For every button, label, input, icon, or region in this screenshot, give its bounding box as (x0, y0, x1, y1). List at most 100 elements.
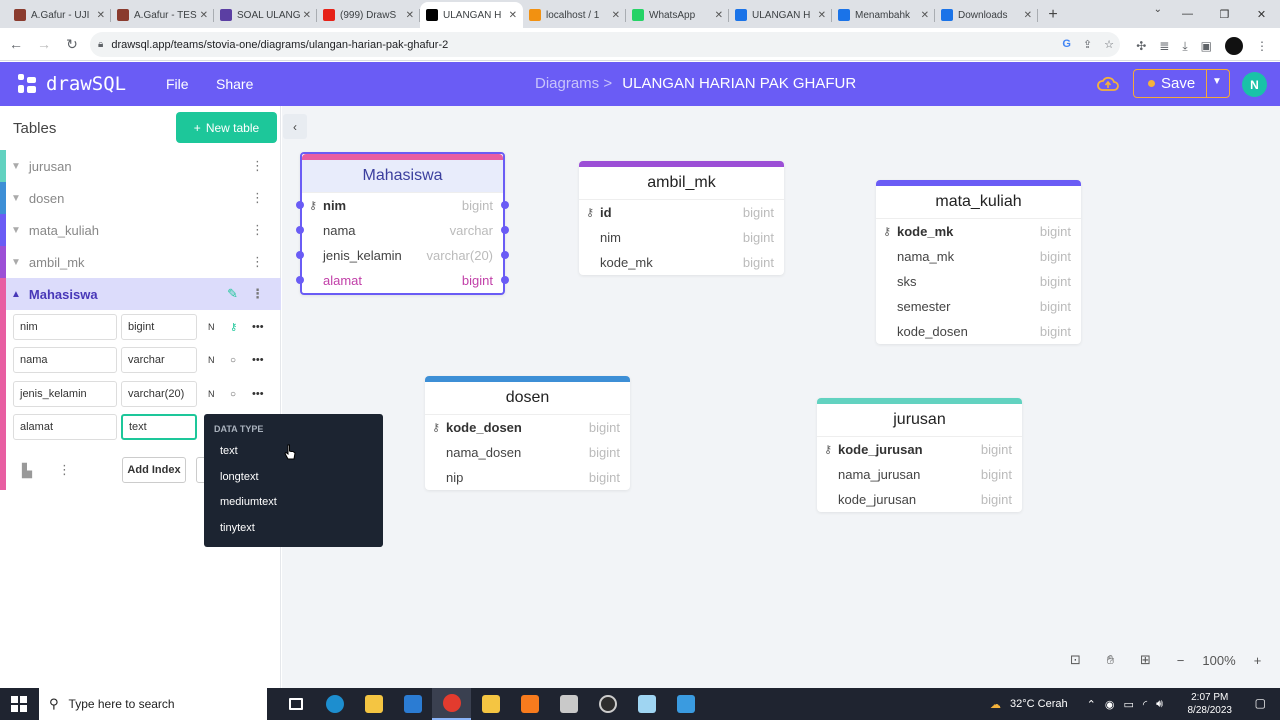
diagram-column-row[interactable]: ⚷ id bigint (579, 200, 784, 225)
chevron-up-icon[interactable]: ▲ (11, 289, 21, 300)
datatype-option[interactable]: longtext (220, 471, 259, 483)
connector-handle-left[interactable] (296, 251, 304, 259)
store-icon[interactable] (471, 688, 510, 720)
fit-screen-icon[interactable]: ⊡ (1058, 652, 1093, 668)
diagram-table-name[interactable]: mata_kuliah (876, 186, 1081, 219)
close-tab-icon[interactable]: ✕ (715, 10, 723, 21)
column-options-icon[interactable]: ••• (252, 321, 264, 333)
volume-icon[interactable]: 🔊︎ (1156, 698, 1163, 711)
weather-icon[interactable]: ☁ (990, 698, 1001, 711)
url-field[interactable]: 🔒︎ drawsql.app/teams/stovia-one/diagrams… (90, 32, 1120, 57)
diagram-table-name[interactable]: Mahasiswa (302, 160, 503, 193)
diagram-column-row[interactable]: semester bigint (876, 294, 1081, 319)
diagram-column-row[interactable]: nama_dosen bigint (425, 440, 630, 465)
browser-menu-icon[interactable]: ⋮ (1256, 39, 1268, 53)
battery-icon[interactable]: ▭ (1123, 698, 1133, 711)
browser-tab[interactable]: A.Gafur - TES ✕ (111, 2, 214, 28)
table-menu-icon[interactable]: ⋮ (251, 190, 264, 206)
notifications-icon[interactable]: ▢ (1255, 696, 1266, 710)
close-tab-icon[interactable]: ✕ (1024, 10, 1032, 21)
sidebar-table-mahasiswa[interactable]: ▲ Mahasiswa ✎ ⋮ (0, 278, 281, 310)
extensions-puzzle-icon[interactable]: ✣ (1136, 39, 1146, 53)
edge-icon[interactable] (315, 688, 354, 720)
column-options-icon[interactable]: ••• (252, 354, 264, 366)
close-tab-icon[interactable]: ✕ (612, 10, 620, 21)
chevron-down-icon[interactable]: ▼ (11, 161, 21, 172)
key-toggle-icon[interactable]: ○ (230, 389, 244, 400)
diagram-column-row[interactable]: ⚷ kode_dosen bigint (425, 415, 630, 440)
task-view-icon[interactable] (276, 688, 315, 720)
browser-tab[interactable]: localhost / 1 ✕ (523, 2, 626, 28)
connector-handle-right[interactable] (501, 201, 509, 209)
share-icon[interactable]: ⇪ (1083, 38, 1092, 51)
reload-icon[interactable]: ↻ (60, 36, 84, 53)
user-avatar[interactable]: N (1242, 72, 1267, 97)
new-table-button[interactable]: + New table (176, 112, 277, 143)
taskbar-search-input[interactable]: ⚲ Type here to search (39, 688, 267, 720)
diagram-column-row[interactable]: nim bigint (579, 225, 784, 250)
close-tab-icon[interactable]: ✕ (509, 10, 517, 21)
zoom-in-icon[interactable]: + (1240, 653, 1275, 668)
close-tab-icon[interactable]: ✕ (97, 10, 105, 21)
diagram-title[interactable]: ULANGAN HARIAN PAK GHAFUR (622, 75, 856, 92)
column-name-input[interactable]: nama (13, 347, 117, 373)
connector-handle-right[interactable] (501, 251, 509, 259)
table-menu-icon[interactable]: ⋮ (251, 158, 264, 174)
zoom-level[interactable]: 100% (1198, 653, 1240, 668)
diagram-column-row[interactable]: kode_mk bigint (579, 250, 784, 275)
diagram-column-row[interactable]: sks bigint (876, 269, 1081, 294)
close-tab-icon[interactable]: ✕ (303, 10, 311, 21)
weather-text[interactable]: 32°C Cerah (1010, 698, 1068, 710)
app-icon[interactable] (549, 688, 588, 720)
forward-icon[interactable]: → (32, 36, 56, 52)
key-toggle-icon[interactable]: ○ (230, 355, 244, 366)
browser-tab[interactable]: ULANGAN H ✕ (729, 2, 832, 28)
chevron-down-icon[interactable]: ▼ (11, 193, 21, 204)
photos-icon[interactable] (666, 688, 705, 720)
diagram-table-dosen[interactable]: dosen ⚷ kode_dosen bigint nama_dosen bigint ni… (425, 376, 630, 490)
notepad-icon[interactable] (627, 688, 666, 720)
index-icon[interactable]: ▙ (22, 463, 32, 479)
sidebar-table-mata_kuliah[interactable]: ▼ mata_kuliah ⋮ (0, 214, 281, 246)
browser-tab[interactable]: SOAL ULANG ✕ (214, 2, 317, 28)
app-icon-2[interactable] (588, 688, 627, 720)
file-menu[interactable]: File (166, 76, 189, 92)
diagram-column-row[interactable]: nama_mk bigint (876, 244, 1081, 269)
drawsql-logo[interactable]: drawSQL (18, 73, 126, 95)
share-menu[interactable]: Share (216, 76, 253, 92)
diagram-table-mata_kuliah[interactable]: mata_kuliah ⚷ kode_mk bigint nama_mk bigint sk… (876, 180, 1081, 344)
file-explorer-icon[interactable] (354, 688, 393, 720)
diagram-column-row[interactable]: nama varchar (296, 218, 509, 243)
diagram-canvas[interactable]: ‹ Mahasiswa ⚷ nim bigint nama varchar jenis_ke… (282, 106, 1280, 688)
save-options-chevron-icon[interactable]: ▼ (1212, 76, 1222, 87)
diagram-table-ambil_mk[interactable]: ambil_mk ⚷ id bigint nim bigint kode_mk bigint (579, 161, 784, 275)
tray-chevron-icon[interactable]: ⌃ (1087, 698, 1096, 711)
browser-tab[interactable]: Downloads ✕ (935, 2, 1038, 28)
close-tab-icon[interactable]: ✕ (200, 10, 208, 21)
column-options-icon[interactable]: ••• (252, 388, 264, 400)
column-name-input[interactable]: nim (13, 314, 117, 340)
primary-key-icon[interactable]: ⚷ (230, 322, 244, 333)
datatype-option[interactable]: mediumtext (220, 496, 277, 508)
diagram-column-row[interactable]: ⚷ kode_jurusan bigint (817, 437, 1022, 462)
close-window-icon[interactable]: ✕ (1243, 0, 1280, 28)
chevron-down-icon[interactable]: ▼ (11, 225, 21, 236)
record-icon[interactable]: ◉ (1105, 698, 1115, 711)
add-index-button[interactable]: Add Index (122, 457, 186, 483)
nullable-toggle[interactable]: N (208, 322, 222, 332)
sidebar-table-ambil_mk[interactable]: ▼ ambil_mk ⋮ (0, 246, 281, 278)
sidebar-table-jurusan[interactable]: ▼ jurusan ⋮ (0, 150, 281, 182)
minimize-icon[interactable]: — (1169, 0, 1206, 28)
diagram-column-row[interactable]: nip bigint (425, 465, 630, 490)
diagram-column-row[interactable]: kode_dosen bigint (876, 319, 1081, 344)
nullable-toggle[interactable]: N (208, 355, 222, 365)
hand-pan-icon[interactable]: ✋︎ (1093, 652, 1128, 668)
close-tab-icon[interactable]: ✕ (818, 10, 826, 21)
connector-handle-left[interactable] (296, 201, 304, 209)
taskbar-clock[interactable]: 2:07 PM 8/28/2023 (1188, 691, 1233, 717)
table-menu-icon[interactable]: ⋮ (251, 286, 264, 302)
column-name-input[interactable]: jenis_kelamin (13, 381, 117, 407)
table-menu-icon[interactable]: ⋮ (251, 254, 264, 270)
google-lens-icon[interactable]: G (1062, 38, 1071, 51)
connector-handle-right[interactable] (501, 226, 509, 234)
